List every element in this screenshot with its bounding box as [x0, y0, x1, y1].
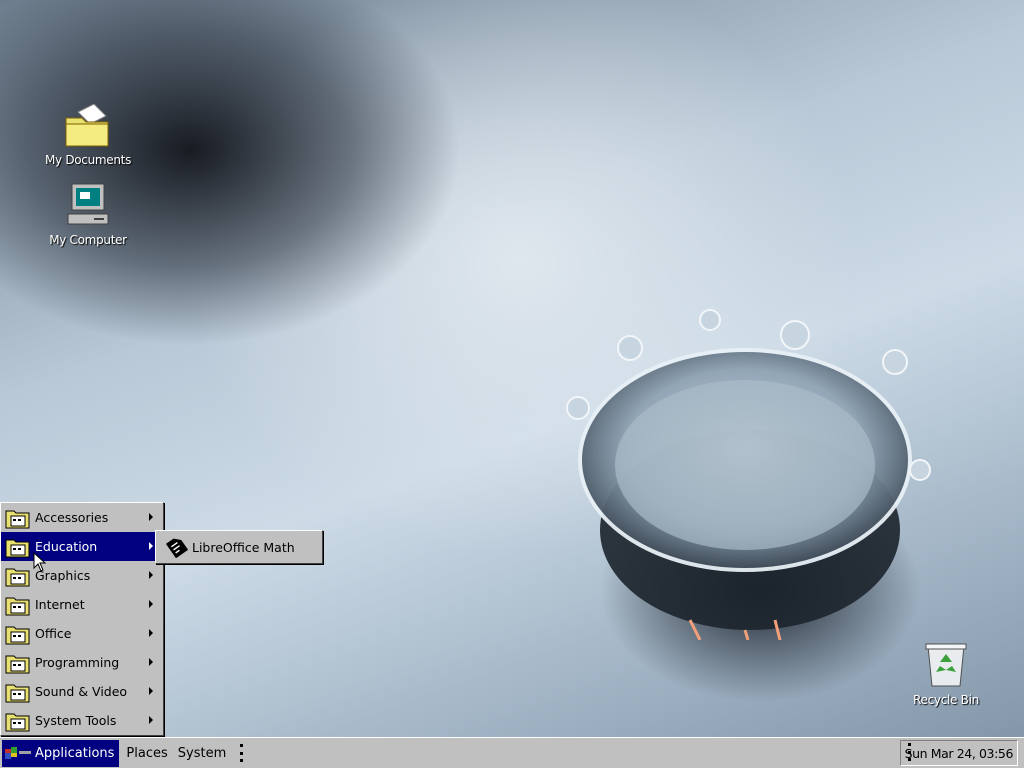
folder-icon — [5, 597, 30, 615]
applications-label: Applications — [35, 745, 115, 761]
mouse-cursor-icon — [33, 552, 47, 572]
submenu-arrow-icon — [149, 600, 153, 608]
desktop-icon-recycle-bin[interactable]: Recycle Bin — [896, 642, 996, 707]
desktop-icon-my-computer[interactable]: My Computer — [38, 182, 138, 247]
system-label: System — [177, 745, 227, 761]
menu-item-internet[interactable]: Internet — [1, 590, 163, 619]
desktop-icon-label: My Computer — [49, 233, 127, 247]
menu-item-label: Accessories — [35, 510, 109, 525]
folder-icon — [65, 103, 109, 147]
taskbar: Applications Places System Sun Mar 24, 0… — [0, 737, 1024, 768]
submenu-arrow-icon — [149, 716, 153, 724]
menu-item-office[interactable]: Office — [1, 619, 163, 648]
recycle-bin-icon — [925, 643, 967, 687]
submenu-arrow-icon — [149, 658, 153, 666]
menu-item-label: Programming — [35, 655, 120, 670]
desktop-icon-my-documents[interactable]: My Documents — [38, 103, 138, 167]
menu-item-sound-video[interactable]: Sound & Video — [1, 677, 163, 706]
panel-drag-handle[interactable] — [239, 744, 243, 762]
education-submenu: LibreOffice Math — [155, 530, 323, 564]
submenu-arrow-icon — [149, 513, 153, 521]
menu-item-education[interactable]: Education — [1, 532, 163, 561]
applications-menu-button[interactable]: Applications — [2, 739, 120, 767]
clock[interactable]: Sun Mar 24, 03:56 — [899, 740, 1018, 766]
menu-item-label: Office — [35, 626, 72, 641]
folder-icon — [5, 626, 30, 644]
submenu-arrow-icon — [149, 542, 153, 550]
menu-item-system-tools[interactable]: System Tools — [1, 706, 163, 735]
submenu-arrow-icon — [149, 571, 153, 579]
menu-item-libreoffice-math[interactable]: LibreOffice Math — [156, 531, 322, 563]
menu-item-label: LibreOffice Math — [192, 539, 295, 555]
clock-text: Sun Mar 24, 03:56 — [904, 745, 1014, 761]
distro-logo-icon — [5, 747, 31, 759]
folder-icon — [5, 684, 30, 702]
menu-item-label: System Tools — [35, 713, 117, 728]
folder-icon — [5, 510, 30, 528]
submenu-arrow-icon — [149, 687, 153, 695]
desktop-icon-label: My Documents — [44, 153, 132, 167]
folder-icon — [5, 713, 30, 731]
folder-icon — [5, 655, 30, 673]
desktop-icon-label: Recycle Bin — [913, 693, 979, 707]
menu-item-label: Internet — [35, 597, 85, 612]
libreoffice-math-icon — [165, 538, 188, 558]
wallpaper-water-splash — [566, 309, 931, 640]
folder-icon — [5, 568, 30, 586]
menu-item-graphics[interactable]: Graphics — [1, 561, 163, 590]
menu-item-programming[interactable]: Programming — [1, 648, 163, 677]
folder-icon — [5, 539, 30, 557]
submenu-arrow-icon — [149, 629, 153, 637]
places-menu-button[interactable]: Places — [121, 740, 172, 767]
places-label: Places — [126, 745, 168, 761]
menu-item-label: Sound & Video — [35, 684, 128, 699]
menu-item-accessories[interactable]: Accessories — [1, 503, 163, 532]
applications-menu: Accessories Education Graphics Internet … — [0, 502, 164, 736]
system-menu-button[interactable]: System — [173, 740, 231, 767]
computer-icon — [67, 183, 109, 225]
